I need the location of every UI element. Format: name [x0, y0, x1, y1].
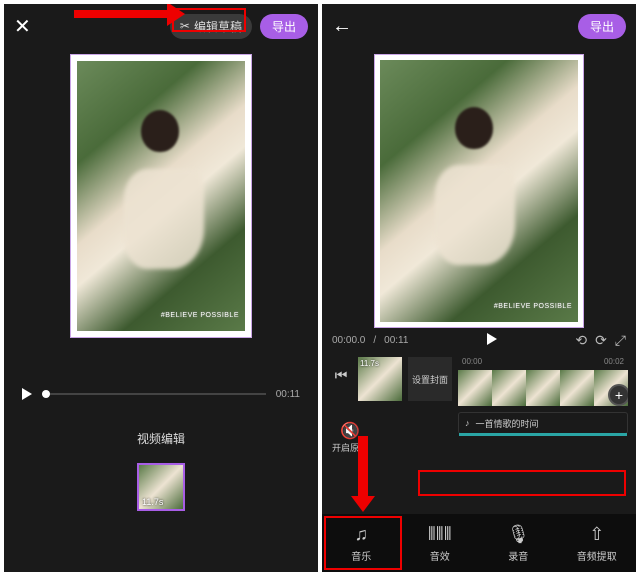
- audio-track-label: 一首情歌的时间: [476, 417, 539, 430]
- annotation-highlight-draft: [172, 8, 246, 32]
- clip-thumbnail-row: 11.7s: [4, 463, 318, 511]
- microphone-icon: 🎙: [507, 524, 530, 545]
- clip-thumbnail[interactable]: 11.7s: [137, 463, 185, 511]
- mute-toggle[interactable]: 🔇 开启原声: [332, 421, 368, 454]
- annotation-highlight-audio: [418, 470, 626, 496]
- video-preview-card: #BELIEVE POSSIBLE: [70, 54, 252, 338]
- tab-sfx[interactable]: ⦀⦀⦀ 音效: [401, 514, 480, 572]
- music-note-icon: ♪: [465, 418, 470, 428]
- close-icon[interactable]: ✕: [14, 14, 31, 39]
- bottom-tab-bar: ♫ 音乐 ⦀⦀⦀ 音效 🎙 录音 ⇧ 音频提取: [322, 514, 636, 572]
- tab-music-label: 音乐: [351, 548, 371, 563]
- timeline-area[interactable]: 00:00 00:02 + ♪ 一首情歌的时间: [458, 357, 628, 437]
- progress-track[interactable]: [42, 393, 266, 395]
- duration-label: 00:11: [276, 389, 300, 400]
- right-panel: ← 导出 #BELIEVE POSSIBLE 00:00.0 / 00:11 ⟲…: [322, 4, 636, 572]
- tab-extract[interactable]: ⇧ 音频提取: [558, 514, 637, 572]
- watermark-text: #BELIEVE POSSIBLE: [161, 312, 239, 319]
- undo-icon[interactable]: ⟲: [575, 332, 587, 349]
- mute-label: 开启原声: [332, 443, 368, 453]
- time-current: 00:00.0: [332, 335, 365, 346]
- set-cover-label: 设置封面: [408, 357, 452, 401]
- fullscreen-icon[interactable]: ⤢: [615, 332, 626, 349]
- export-button-right[interactable]: 导出: [578, 14, 626, 39]
- section-title: 视频编辑: [4, 430, 318, 447]
- add-clip-button[interactable]: +: [608, 384, 628, 406]
- left-panel: ✕ ✂ 编辑草稿 导出 #BELIEVE POSSIBLE 00:11 视频编辑…: [4, 4, 318, 572]
- soundwave-icon: ⦀⦀⦀: [428, 524, 452, 545]
- skip-start-icon[interactable]: ⏮: [330, 357, 352, 384]
- tick-label-b: 00:02: [604, 357, 624, 366]
- video-preview-card-right: #BELIEVE POSSIBLE: [374, 54, 584, 328]
- redo-icon[interactable]: ⟳: [595, 332, 607, 349]
- tick-label-a: 00:00: [462, 357, 482, 366]
- watermark-text-right: #BELIEVE POSSIBLE: [494, 303, 572, 310]
- left-topbar: ✕ ✂ 编辑草稿 导出: [4, 4, 318, 48]
- progress-knob[interactable]: [42, 390, 50, 398]
- clip-duration-label: 11.7s: [142, 497, 163, 507]
- music-icon: ♫: [355, 524, 369, 545]
- play-icon-right[interactable]: [487, 333, 497, 345]
- extract-icon: ⇧: [589, 524, 604, 545]
- mini-clip-duration: 11.7s: [360, 359, 379, 368]
- right-topbar: ← 导出: [322, 4, 636, 48]
- tab-record[interactable]: 🎙 录音: [479, 514, 558, 572]
- audio-track[interactable]: ♪ 一首情歌的时间: [458, 412, 628, 434]
- speaker-off-icon: 🔇: [332, 421, 368, 441]
- back-icon[interactable]: ←: [332, 15, 352, 38]
- time-controls-row: 00:00.0 / 00:11 ⟲ ⟳ ⤢: [322, 328, 636, 353]
- time-total: 00:11: [384, 335, 408, 346]
- video-preview-image: #BELIEVE POSSIBLE: [77, 61, 245, 331]
- playback-row: 00:11: [4, 388, 318, 400]
- tab-sfx-label: 音效: [430, 548, 450, 563]
- tab-music[interactable]: ♫ 音乐: [322, 514, 401, 572]
- clip-track[interactable]: +: [458, 370, 628, 406]
- timeline-strip: ⏮ 11.7s 设置封面 00:00 00:02 + ♪ 一首情歌的时间: [322, 353, 636, 437]
- tab-record-label: 录音: [508, 548, 528, 563]
- video-preview-image-right: #BELIEVE POSSIBLE: [380, 60, 578, 322]
- export-button-left[interactable]: 导出: [260, 14, 308, 39]
- set-cover-button[interactable]: 设置封面: [408, 357, 452, 401]
- tab-extract-label: 音频提取: [577, 548, 617, 563]
- clip-mini-thumb[interactable]: 11.7s: [358, 357, 402, 401]
- play-icon[interactable]: [22, 388, 32, 400]
